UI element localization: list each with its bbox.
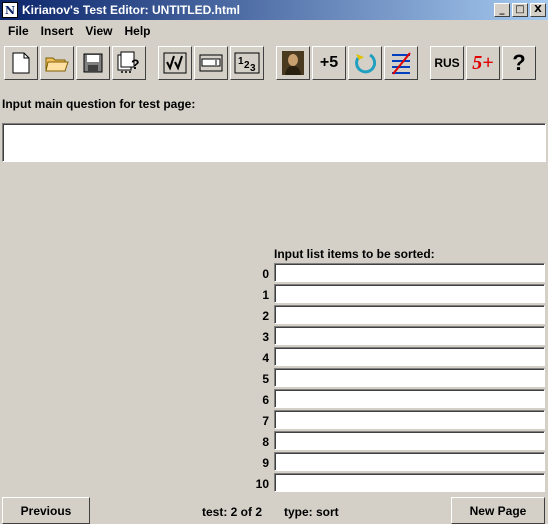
sort-item-input[interactable] — [274, 389, 545, 408]
sort-item-index: 1 — [262, 288, 269, 302]
sort-item-index: 8 — [262, 435, 269, 449]
sort-item-input[interactable] — [274, 263, 545, 282]
sort-item-index: 10 — [255, 477, 269, 491]
toolbar: ? 123 +5 RUS 5+ ? — [0, 44, 548, 82]
fill-input-icon — [199, 54, 223, 72]
print-test-icon: ? — [116, 51, 142, 75]
select-choice-button[interactable] — [158, 46, 192, 80]
picture-button[interactable] — [276, 46, 310, 80]
svg-text:?: ? — [131, 56, 140, 72]
sort-item-index: 6 — [262, 393, 269, 407]
refresh-button[interactable] — [348, 46, 382, 80]
minimize-button[interactable]: _ — [494, 3, 510, 17]
type-status: type: sort — [284, 505, 339, 519]
sort-item-input[interactable] — [274, 410, 545, 429]
sort-item-input[interactable] — [274, 452, 545, 471]
window-title: Kirianov's Test Editor: UNTITLED.html — [22, 3, 240, 17]
menu-bar: File Insert View Help — [0, 20, 548, 42]
new-page-button[interactable]: New Page — [451, 497, 545, 524]
maximize-button[interactable]: □ — [512, 3, 528, 17]
question-label: Input main question for test page: — [2, 97, 196, 111]
checklist-icon — [388, 50, 414, 76]
sort-item-input[interactable] — [274, 326, 545, 345]
grade-button[interactable]: 5+ — [466, 46, 500, 80]
new-file-icon — [12, 52, 30, 74]
test-status: test: 2 of 2 — [202, 505, 263, 519]
sort-item-index: 4 — [262, 351, 269, 365]
sort-item-index: 5 — [262, 372, 269, 386]
help-button[interactable]: ? — [502, 46, 536, 80]
language-button[interactable]: RUS — [430, 46, 464, 80]
open-folder-icon — [45, 54, 69, 72]
picture-icon — [281, 50, 305, 76]
select-choice-icon — [163, 52, 187, 74]
language-icon: RUS — [434, 56, 460, 70]
score-button[interactable]: +5 — [312, 46, 346, 80]
svg-text:3: 3 — [250, 63, 256, 74]
sort-item-index: 2 — [262, 309, 269, 323]
grade-icon: 5+ — [472, 51, 494, 74]
save-icon — [83, 53, 103, 73]
sort-item-index: 0 — [262, 267, 269, 281]
question-input[interactable] — [2, 123, 546, 162]
print-test-button[interactable]: ? — [112, 46, 146, 80]
score-icon: +5 — [319, 54, 339, 71]
menu-help[interactable]: Help — [119, 24, 157, 38]
menu-file[interactable]: File — [2, 24, 35, 38]
sort-numbers-button[interactable]: 123 — [230, 46, 264, 80]
sort-item-input[interactable] — [274, 305, 545, 324]
sort-item-input[interactable] — [274, 284, 545, 303]
sort-item-index: 7 — [262, 414, 269, 428]
fill-input-button[interactable] — [194, 46, 228, 80]
refresh-icon — [352, 50, 378, 76]
sort-item-input[interactable] — [274, 347, 545, 366]
sort-item-input[interactable] — [274, 473, 545, 492]
sort-item-index: 9 — [262, 456, 269, 470]
help-icon: ? — [512, 50, 526, 75]
close-button[interactable]: X — [530, 3, 546, 17]
previous-button[interactable]: Previous — [2, 497, 90, 524]
sort-numbers-icon: 123 — [234, 52, 260, 74]
sort-item-input[interactable] — [274, 431, 545, 450]
checklist-button[interactable] — [384, 46, 418, 80]
save-button[interactable] — [76, 46, 110, 80]
sort-item-input[interactable] — [274, 368, 545, 387]
menu-insert[interactable]: Insert — [35, 24, 80, 38]
title-bar: N Kirianov's Test Editor: UNTITLED.html … — [0, 0, 548, 20]
sort-item-index: 3 — [262, 330, 269, 344]
sort-list-label: Input list items to be sorted: — [274, 247, 435, 261]
app-icon: N — [2, 2, 18, 18]
menu-view[interactable]: View — [79, 24, 118, 38]
new-file-button[interactable] — [4, 46, 38, 80]
open-button[interactable] — [40, 46, 74, 80]
